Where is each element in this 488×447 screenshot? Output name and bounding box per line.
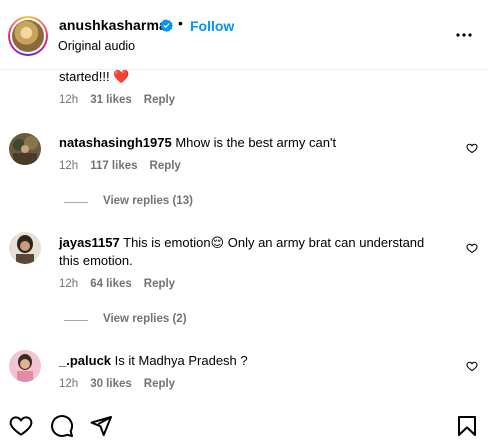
- post-header: anushkasharma • Follow Original audio: [0, 0, 488, 70]
- comment-meta: 12h 31 likes Reply: [59, 94, 187, 106]
- comment-time: 12h: [59, 160, 79, 172]
- comment-time: 12h: [59, 94, 79, 106]
- audio-label[interactable]: Original audio: [58, 39, 135, 53]
- comment-text: jayas1157 This is emotion😌 Only an army …: [59, 235, 425, 268]
- view-replies-button[interactable]: View replies (2): [103, 313, 187, 325]
- verified-badge-icon: [160, 19, 173, 32]
- comment-username[interactable]: _.paluck: [59, 353, 111, 368]
- reply-button[interactable]: Reply: [144, 378, 175, 390]
- comment-username[interactable]: natashasingh1975: [59, 135, 172, 150]
- comment-text: started!!! ❤️: [59, 70, 130, 84]
- reply-button[interactable]: Reply: [144, 94, 175, 106]
- comment-meta: 12h 64 likes Reply: [59, 278, 187, 290]
- view-replies-button[interactable]: View replies (13): [103, 195, 193, 207]
- comment-likes[interactable]: 30 likes: [90, 378, 132, 390]
- avatar[interactable]: [9, 350, 41, 382]
- post-action-bar: [0, 406, 488, 447]
- heart-icon[interactable]: [466, 142, 478, 154]
- comment-meta: 12h 30 likes Reply: [59, 378, 187, 390]
- reply-button[interactable]: Reply: [144, 278, 175, 290]
- comment-meta: 12h 117 likes Reply: [59, 160, 193, 172]
- owner-username[interactable]: anushkasharma: [59, 17, 167, 33]
- comment-text: natashasingh1975 Mhow is the best army c…: [59, 135, 337, 150]
- comment-likes[interactable]: 31 likes: [90, 94, 132, 106]
- bookmark-icon[interactable]: [455, 414, 479, 438]
- view-replies-line: [64, 320, 88, 321]
- comment-username[interactable]: jayas1157: [59, 235, 120, 250]
- comments-list: started!!! ❤️ 12h 31 likes Reply natashasi…: [0, 70, 488, 406]
- separator-dot: •: [178, 15, 183, 31]
- heart-icon[interactable]: [9, 414, 33, 438]
- relieved-emoji: 😌: [210, 235, 225, 250]
- share-icon[interactable]: [89, 414, 113, 438]
- comment-icon[interactable]: [50, 414, 74, 438]
- view-replies-line: [64, 202, 88, 203]
- more-options-icon[interactable]: [452, 23, 476, 47]
- comment-text: _.paluck Is it Madhya Pradesh ?: [59, 353, 248, 368]
- comment-time: 12h: [59, 378, 79, 390]
- avatar[interactable]: [9, 232, 41, 264]
- follow-button[interactable]: Follow: [190, 18, 234, 34]
- owner-avatar[interactable]: [8, 16, 48, 56]
- comment-likes[interactable]: 64 likes: [90, 278, 132, 290]
- comment-time: 12h: [59, 278, 79, 290]
- comment-likes[interactable]: 117 likes: [90, 160, 137, 172]
- reply-button[interactable]: Reply: [150, 160, 181, 172]
- heart-icon[interactable]: [466, 360, 478, 372]
- heart-icon[interactable]: [466, 242, 478, 254]
- heart-emoji: ❤️: [113, 70, 130, 84]
- avatar[interactable]: [9, 133, 41, 165]
